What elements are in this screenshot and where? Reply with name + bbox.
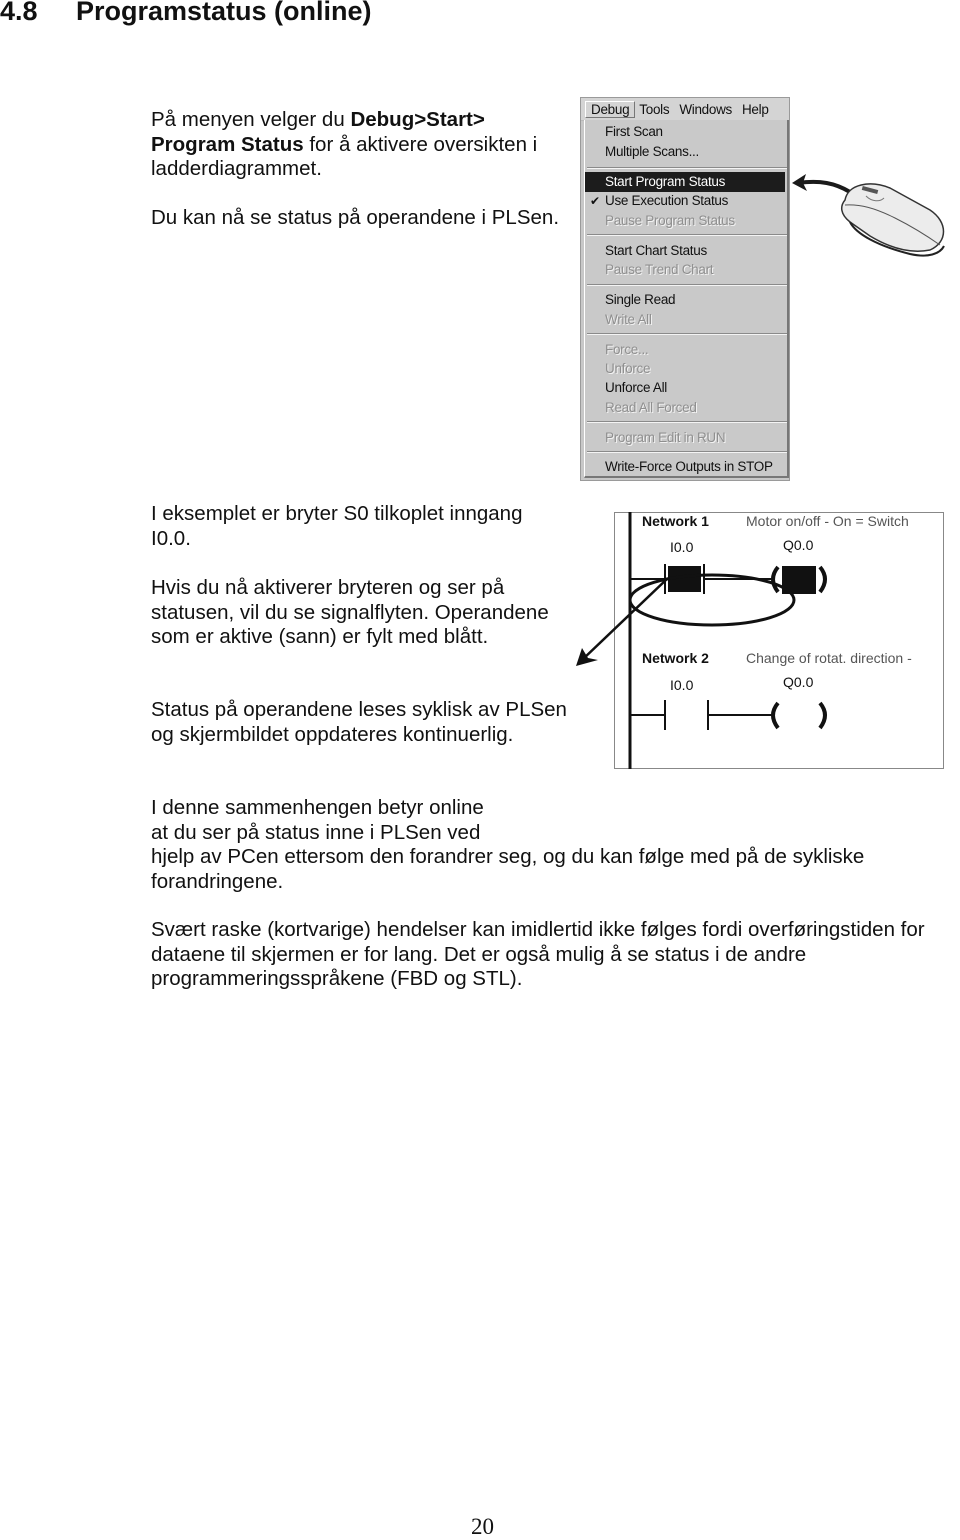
arrow-head-icon <box>576 648 598 666</box>
menu-item-use-execution-status[interactable]: ✔ Use Execution Status <box>585 191 785 211</box>
section-number: 4.8 <box>0 0 38 26</box>
page-number: 20 <box>471 1514 494 1539</box>
paragraph-menu-instruction: På menyen velger du Debug>Start> Program … <box>151 108 571 182</box>
mouse-illustration <box>792 174 945 257</box>
menu-windows[interactable]: Windows <box>675 102 738 117</box>
paragraph-fast-events: Svært raske (kortvarige) hendelser kan i… <box>151 918 925 991</box>
menu-separator <box>587 333 787 335</box>
menu-item-write-all: Write All <box>605 312 652 327</box>
paragraph-cyclic-update: Status på operandene leses syklisk av PL… <box>151 698 567 746</box>
menu-item-start-program-status[interactable]: Start Program Status <box>585 172 785 192</box>
highlight-ellipse <box>628 573 796 627</box>
menu-item-unforce-all[interactable]: Unforce All <box>585 378 785 398</box>
menu-separator <box>587 421 787 423</box>
menu-tools[interactable]: Tools <box>635 102 675 117</box>
menu-help[interactable]: Help <box>738 102 775 117</box>
text: På menyen velger du <box>151 108 351 131</box>
menu-item-single-read[interactable]: Single Read <box>585 290 785 310</box>
section-heading: 4.8 Programstatus (online) <box>0 0 372 27</box>
menu-item-multiple-scans[interactable]: Multiple Scans... <box>585 142 785 162</box>
text: at du ser på status inne i PLSen ved <box>151 820 481 844</box>
menu-item-write-force-outputs[interactable]: Write-Force Outputs in STOP <box>585 457 785 477</box>
text: hjelp av PCen ettersom den forandrer seg… <box>151 845 865 893</box>
text: I denne sammenhengen betyr online <box>151 796 484 819</box>
menu-debug[interactable]: Debug <box>585 100 636 118</box>
coil-1-right <box>818 565 827 594</box>
menu-item-bold: Program Status <box>151 132 304 156</box>
menu-separator <box>587 284 787 286</box>
menu-item-read-all-forced: Read All Forced <box>605 400 697 415</box>
debug-dropdown: First Scan Multiple Scans... Start Progr… <box>584 120 789 478</box>
coil-2-right <box>818 701 827 730</box>
menu-item-program-edit-in-run: Program Edit in RUN <box>605 430 726 445</box>
menu-path-bold: Debug>Start> <box>350 108 485 131</box>
menu-item-start-chart-status[interactable]: Start Chart Status <box>585 241 785 261</box>
menubar: Debug Tools Windows Help <box>581 98 789 121</box>
menu-item-unforce: Unforce <box>605 361 651 376</box>
debug-menu-screenshot: Debug Tools Windows Help First Scan Mult… <box>580 97 790 481</box>
ladder-diagram: Network 1 Motor on/off - On = Switch I0.… <box>614 512 944 769</box>
checkmark-icon: ✔ <box>590 194 600 208</box>
menu-item-pause-trend-chart: Pause Trend Chart <box>605 262 714 277</box>
menu-item-label: Use Execution Status <box>605 193 729 208</box>
mouse-icon <box>840 183 945 257</box>
coil-2-left <box>771 701 780 730</box>
menu-separator <box>587 167 787 169</box>
mouse-arrow-icon <box>792 174 852 194</box>
menu-item-force: Force... <box>605 342 649 357</box>
paragraph-status-info: Du kan nå se status på operandene i PLSe… <box>151 206 560 229</box>
paragraph-online-meaning: I denne sammenhengen betyr online at du s… <box>151 796 951 894</box>
paragraph-signal-flow: Hvis du nå aktiverer bryteren og ser på … <box>151 576 549 649</box>
coil-1-left <box>771 565 780 594</box>
menu-separator <box>587 451 787 453</box>
ladder-graphics <box>628 512 827 769</box>
menu-separator <box>587 234 787 236</box>
menu-item-first-scan[interactable]: First Scan <box>585 122 785 142</box>
section-title: Programstatus (online) <box>76 0 372 26</box>
paragraph-example: I eksemplet er bryter S0 tilkoplet innga… <box>151 502 523 550</box>
menu-item-pause-program-status: Pause Program Status <box>605 213 735 228</box>
